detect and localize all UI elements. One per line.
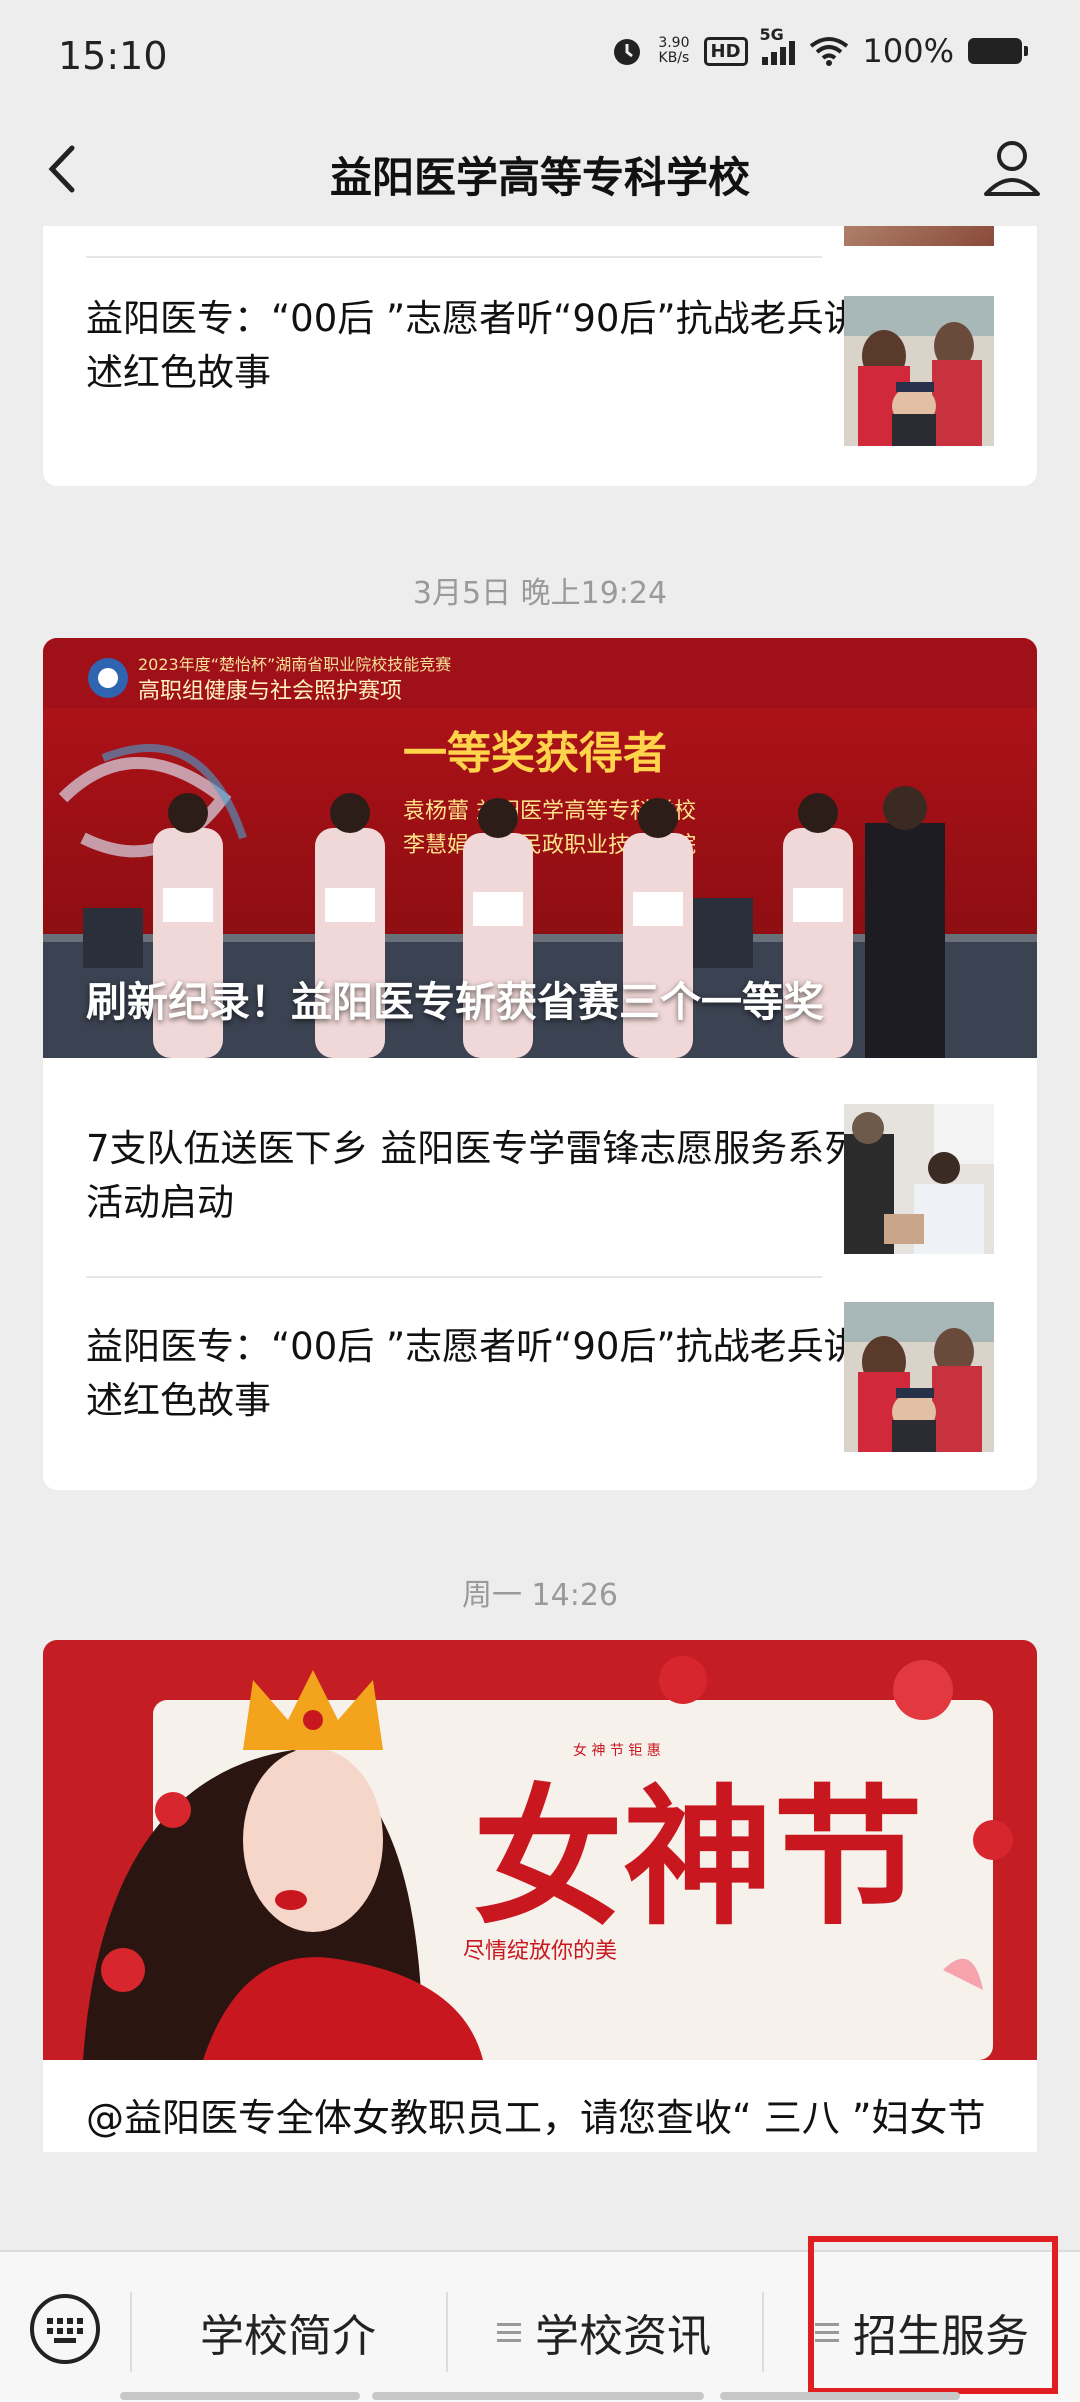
timestamp: 3月5日 晚上19:24 bbox=[412, 576, 668, 611]
status-time: 15:10 bbox=[58, 34, 168, 78]
svg-text:尽情绽放你的美: 尽情绽放你的美 bbox=[463, 1939, 617, 1964]
hero-article-image[interactable]: 女 神 节 钜 惠 女神节 尽情绽放你的美 bbox=[43, 1640, 1037, 2060]
hero-article-image[interactable]: 2023年度“楚怡杯”湖南省职业院校技能竞赛 高职组健康与社会照护赛项 一等奖获… bbox=[43, 638, 1037, 1058]
article-thumbnail bbox=[844, 296, 994, 446]
network-speed: 3.90 KB/s bbox=[658, 35, 690, 66]
svg-text:高职组健康与社会照护赛项: 高职组健康与社会照护赛项 bbox=[138, 679, 402, 704]
signal-icon: 5G bbox=[760, 25, 795, 65]
home-indicator bbox=[120, 2392, 360, 2400]
wifi-icon bbox=[809, 37, 848, 66]
alarm-icon bbox=[614, 39, 641, 65]
article-link[interactable]: 益阳医专：“00后 ”志愿者听“90后”抗战老兵讲述红色故事 bbox=[86, 1320, 866, 1428]
page-title: 益阳医学高等专科学校 bbox=[329, 153, 750, 202]
nav-bar: 益阳医学高等专科学校 bbox=[0, 118, 1080, 226]
article-group-card: 益阳医专：“00后 ”志愿者听“90后”抗战老兵讲述红色故事 bbox=[43, 226, 1037, 486]
svg-text:女神节: 女神节 bbox=[473, 1770, 923, 1946]
divider bbox=[86, 1276, 822, 1278]
menu-lines-icon bbox=[497, 2318, 521, 2347]
svg-text:女 神 节 钜 惠: 女 神 节 钜 惠 bbox=[573, 1742, 661, 1759]
svg-text:一等奖获得者: 一等奖获得者 bbox=[403, 728, 667, 779]
battery-percent: 100% bbox=[862, 32, 954, 70]
status-icons: 3.90 KB/s HD 5G 100% bbox=[610, 25, 1028, 70]
message-feed[interactable]: 益阳医专：“00后 ”志愿者听“90后”抗战老兵讲述红色故事 3月5日 晚上19… bbox=[0, 226, 1080, 2152]
article-thumbnail bbox=[844, 1104, 994, 1254]
article-group-card: 女 神 节 钜 惠 女神节 尽情绽放你的美 @益阳医专全体女教职员工，请您查收“… bbox=[43, 1640, 1037, 2152]
status-bar: 15:10 3.90 KB/s HD 5G 100% bbox=[0, 0, 1080, 118]
menu-school-news[interactable]: 学校资讯 bbox=[448, 2292, 760, 2372]
article-thumbnail bbox=[844, 226, 994, 246]
menu-school-intro[interactable]: 学校简介 bbox=[132, 2292, 444, 2372]
hd-icon: HD bbox=[703, 36, 748, 66]
keyboard-icon[interactable] bbox=[28, 2292, 102, 2366]
user-profile-icon[interactable] bbox=[976, 132, 1048, 204]
home-indicator bbox=[372, 2392, 704, 2400]
home-indicator bbox=[720, 2392, 960, 2400]
svg-text:2023年度“楚怡杯”湖南省职业院校技能竞赛: 2023年度“楚怡杯”湖南省职业院校技能竞赛 bbox=[138, 655, 451, 674]
timestamp: 周一 14:26 bbox=[462, 1578, 618, 1613]
highlight-box bbox=[808, 2236, 1058, 2394]
battery-icon bbox=[968, 38, 1028, 64]
article-link[interactable]: 益阳医专：“00后 ”志愿者听“90后”抗战老兵讲述红色故事 bbox=[86, 292, 866, 400]
article-group-card: 2023年度“楚怡杯”湖南省职业院校技能竞赛 高职组健康与社会照护赛项 一等奖获… bbox=[43, 638, 1037, 1490]
article-link[interactable]: @益阳医专全体女教职员工，请您查收“ 三八 ”妇女节的慰问信 bbox=[86, 2088, 996, 2152]
divider bbox=[86, 256, 822, 258]
hero-article-title: 刷新纪录！益阳医专斩获省赛三个一等奖 bbox=[86, 978, 824, 1026]
article-thumbnail bbox=[844, 1302, 994, 1452]
article-link[interactable]: 7支队伍送医下乡 益阳医专学雷锋志愿服务系列活动启动 bbox=[86, 1122, 866, 1230]
